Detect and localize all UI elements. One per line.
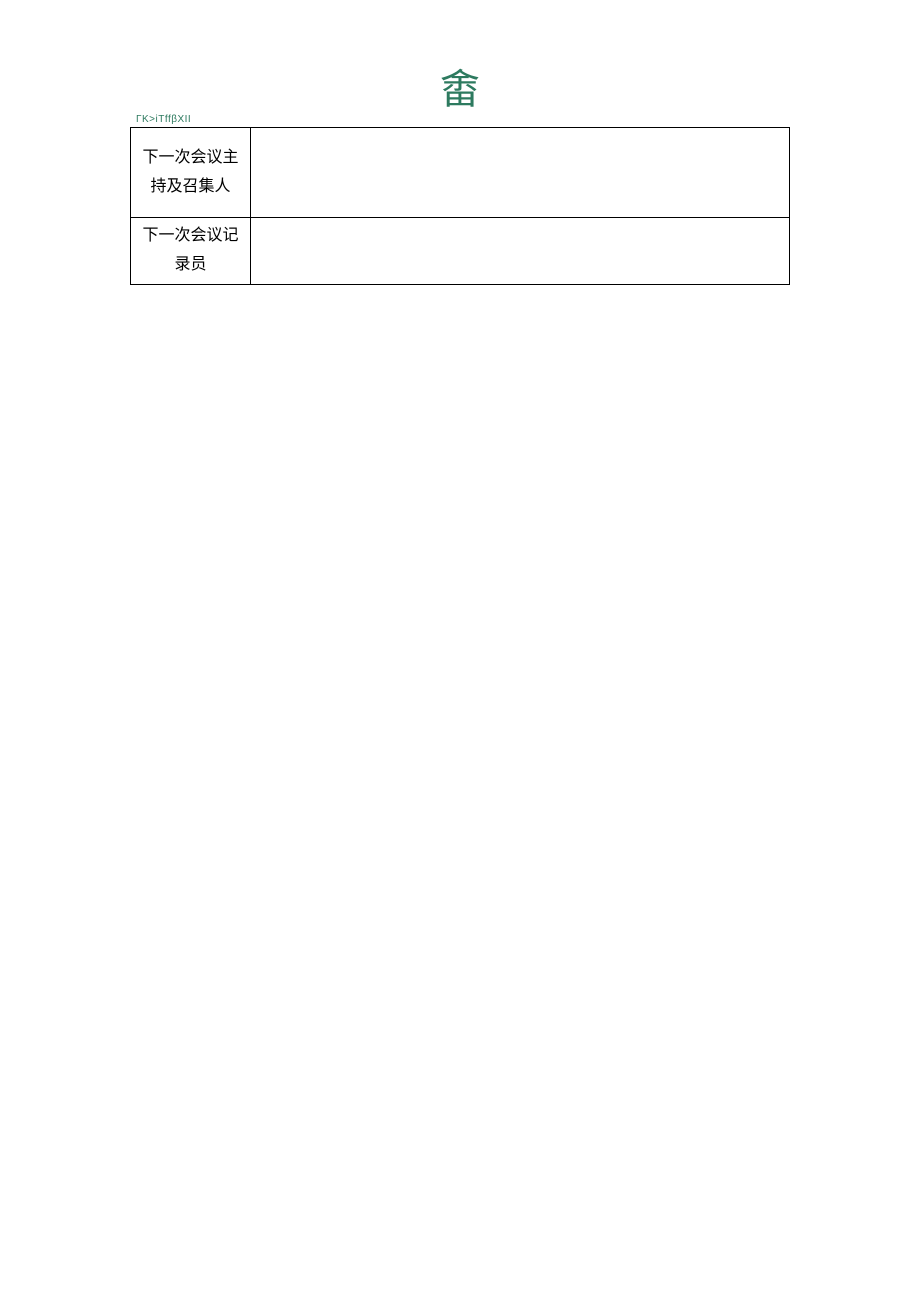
row-value-next-recorder [251, 218, 790, 285]
document-page: 畬 ΓK>iTffβXII 下一次会议主持及召集人 下一次会议记录员 [0, 0, 920, 285]
meeting-table: 下一次会议主持及召集人 下一次会议记录员 [130, 127, 790, 285]
table-row: 下一次会议主持及召集人 [131, 128, 790, 218]
header-symbol: 畬 [130, 70, 790, 110]
header-code: ΓK>iTffβXII [136, 114, 790, 125]
row-label-next-recorder: 下一次会议记录员 [131, 218, 251, 285]
row-label-next-host: 下一次会议主持及召集人 [131, 128, 251, 218]
table-row: 下一次会议记录员 [131, 218, 790, 285]
row-value-next-host [251, 128, 790, 218]
